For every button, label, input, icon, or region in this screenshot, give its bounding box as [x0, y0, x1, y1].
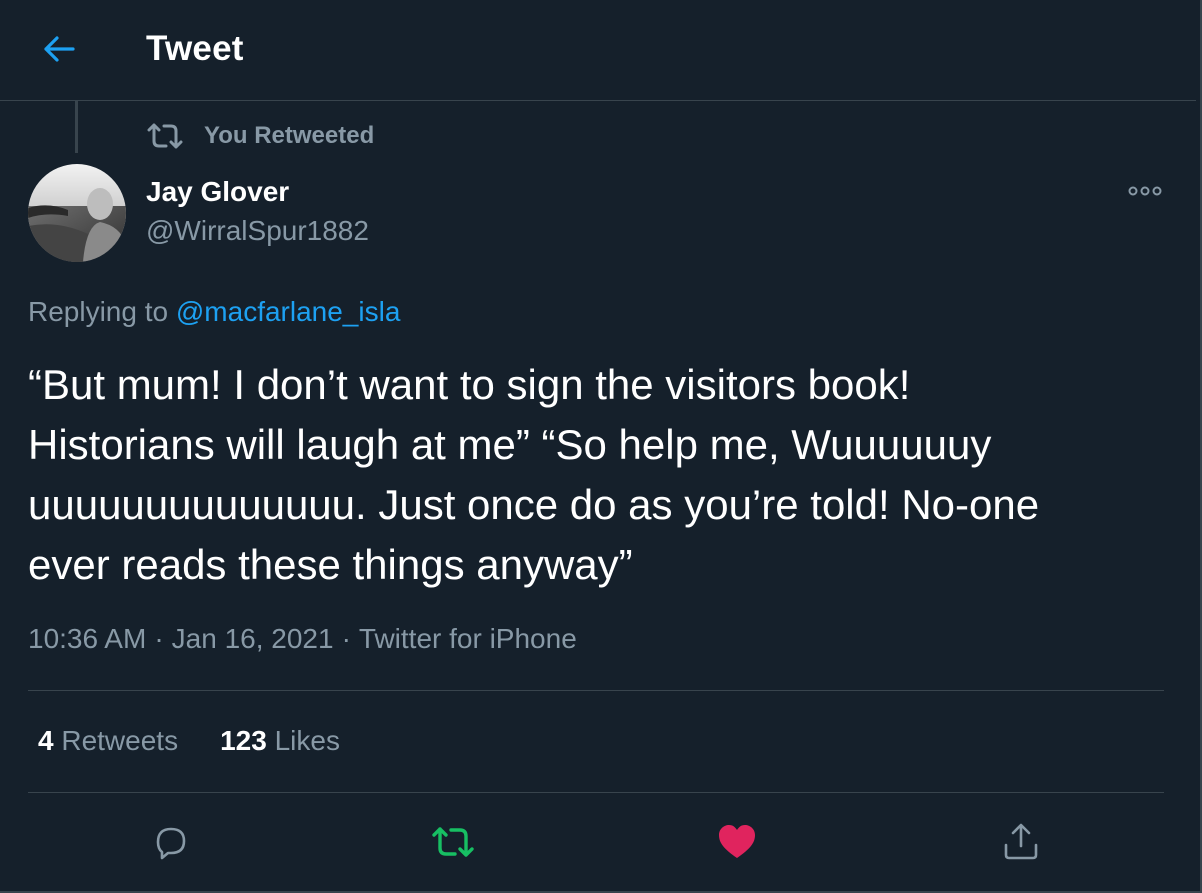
retweets-stat[interactable]: 4 Retweets — [38, 725, 178, 757]
replying-prefix: Replying to — [28, 296, 176, 327]
retweet-context-label: You Retweeted — [204, 122, 375, 149]
retweet-icon — [432, 827, 474, 857]
retweet-button[interactable] — [429, 818, 477, 866]
back-button[interactable] — [38, 28, 80, 70]
avatar-photo — [28, 164, 126, 262]
tweet-detail-page: Tweet You Retweeted Jay Glover @WirralSp… — [0, 0, 1202, 893]
share-icon — [1004, 823, 1038, 860]
reply-icon — [156, 827, 186, 860]
retweets-count: 4 — [38, 725, 54, 756]
replying-handle-link[interactable]: @macfarlane_isla — [176, 296, 401, 327]
page-header: Tweet — [0, 0, 1196, 101]
reply-button[interactable] — [146, 818, 194, 866]
likes-count: 123 — [220, 725, 267, 756]
divider — [28, 690, 1164, 691]
tweet-text: “But mum! I don’t want to sign the visit… — [28, 361, 1040, 588]
more-icon — [1128, 186, 1162, 196]
tweet-time[interactable]: 10:36 AM — [28, 623, 146, 654]
avatar[interactable] — [28, 164, 126, 262]
share-button[interactable] — [997, 818, 1045, 866]
replying-to: Replying to @macfarlane_isla — [28, 296, 400, 328]
tweet-date[interactable]: Jan 16, 2021 — [172, 623, 334, 654]
like-button[interactable] — [713, 818, 761, 866]
meta-separator: · — [154, 623, 164, 654]
likes-label: Likes — [274, 725, 340, 756]
divider — [28, 792, 1164, 793]
author-handle[interactable]: @WirralSpur1882 — [146, 215, 369, 247]
retweet-context: You Retweeted — [146, 118, 374, 154]
tweet-stats: 4 Retweets 123 Likes — [38, 725, 340, 757]
more-options-button[interactable] — [1124, 176, 1166, 206]
likes-stat[interactable]: 123 Likes — [220, 725, 340, 757]
author-name[interactable]: Jay Glover — [146, 176, 289, 208]
page-title: Tweet — [146, 29, 244, 68]
tweet-source[interactable]: Twitter for iPhone — [359, 623, 577, 654]
like-icon — [719, 825, 755, 858]
retweet-icon — [147, 123, 183, 149]
tweet-meta: 10:36 AM · Jan 16, 2021 · Twitter for iPhone — [28, 623, 577, 655]
meta-separator: · — [341, 623, 351, 654]
arrow-left-icon — [44, 36, 75, 62]
retweets-label: Retweets — [61, 725, 179, 756]
thread-line — [75, 101, 78, 153]
